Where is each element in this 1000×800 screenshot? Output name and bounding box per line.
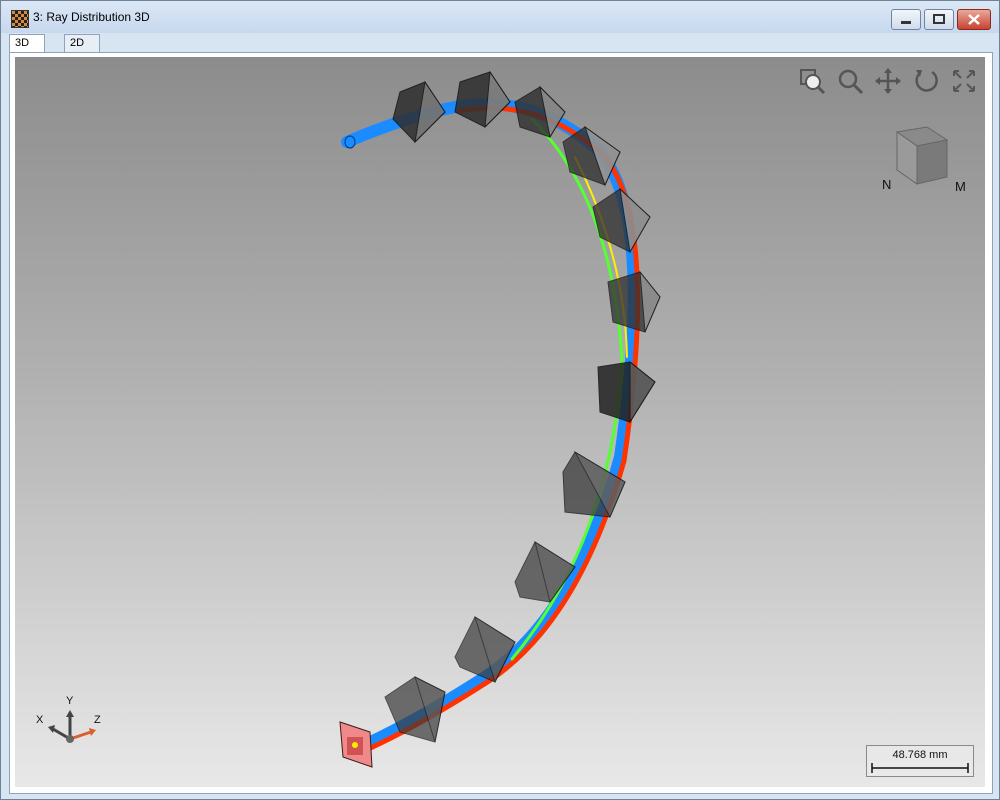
app-icon: [11, 10, 29, 28]
prism-2: [454, 70, 511, 129]
scale-bar-line: [871, 763, 969, 773]
prism-3: [514, 85, 566, 139]
prism-10: [454, 615, 516, 684]
fullscreen-icon: [953, 70, 975, 92]
detector-plane: [339, 721, 373, 768]
orientation-m-label: M: [955, 179, 966, 194]
source-aperture: [344, 135, 356, 149]
maximize-button[interactable]: [924, 9, 954, 30]
rotate-button[interactable]: [912, 67, 940, 95]
rotate-icon: [915, 70, 938, 92]
fullscreen-button[interactable]: [950, 67, 978, 95]
content-panel: N M Y X Z 48.768 mm: [9, 52, 993, 794]
pan-button[interactable]: [874, 67, 902, 95]
axis-z-label: Z: [94, 714, 101, 726]
scene-canvas: [339, 70, 661, 768]
minimize-icon: [901, 21, 911, 24]
minimize-button[interactable]: [891, 9, 921, 30]
zoom-icon: [838, 69, 864, 95]
pan-icon: [875, 68, 901, 94]
axis-x-label: X: [36, 714, 44, 726]
axis-y-label: Y: [66, 695, 74, 707]
scale-bar: 48.768 mm: [866, 745, 974, 777]
zoom-to-fit-button[interactable]: [798, 67, 826, 95]
zoom-to-fit-icon: [800, 69, 826, 95]
maximize-icon: [933, 14, 945, 24]
close-icon: [968, 14, 980, 25]
tab-2d-view[interactable]: 2D View: [64, 34, 100, 66]
title-bar[interactable]: 3: Ray Distribution 3D: [1, 1, 999, 33]
3d-viewport[interactable]: N M Y X Z 48.768 mm: [15, 57, 985, 787]
zoom-button[interactable]: [836, 67, 864, 95]
app-window: 3: Ray Distribution 3D 3D View 2D View: [0, 0, 1000, 800]
prism-1: [392, 80, 446, 144]
tab-3d-view[interactable]: 3D View: [9, 34, 45, 66]
prism-7: [597, 360, 656, 424]
orientation-n-label: N: [882, 177, 892, 192]
close-button[interactable]: [957, 9, 991, 30]
window-title: 3: Ray Distribution 3D: [33, 10, 150, 24]
prism-6: [607, 270, 661, 333]
